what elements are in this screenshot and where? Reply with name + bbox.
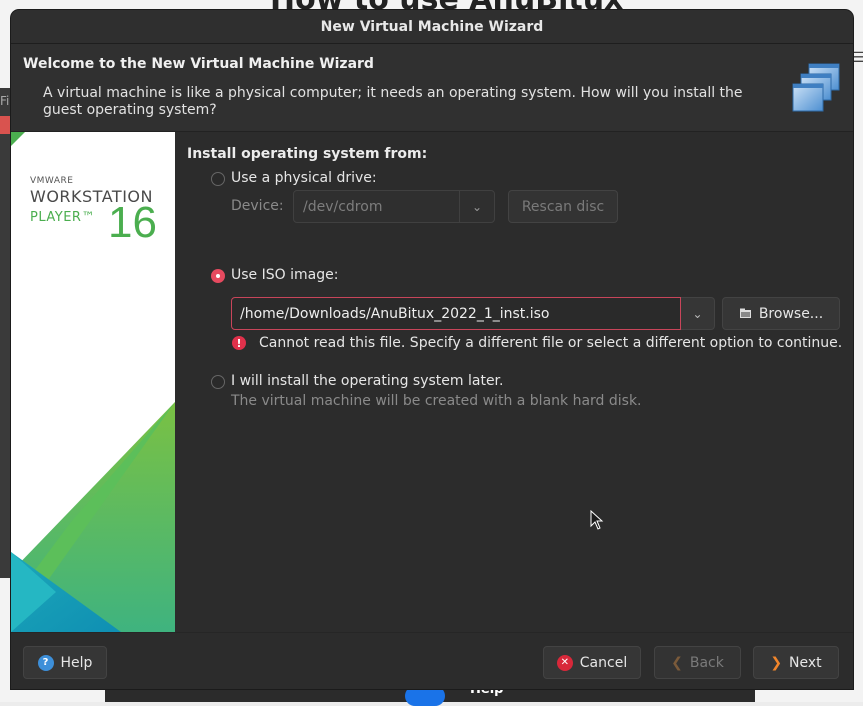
install-section-title: Install operating system from: xyxy=(187,146,428,162)
back-arrow-icon: ❮ xyxy=(671,654,683,671)
cancel-icon: ✕ xyxy=(556,654,573,671)
window-titlebar[interactable]: New Virtual Machine Wizard xyxy=(11,10,853,44)
brand-sidebar: VMWARE WORKSTATION PLAYER™ 16 xyxy=(11,132,175,632)
chevron-down-icon: ⌄ xyxy=(459,191,494,222)
physical-drive-radio[interactable] xyxy=(211,172,225,186)
error-icon: ! xyxy=(232,336,246,350)
cancel-label: Cancel xyxy=(579,654,628,671)
next-arrow-icon: ❯ xyxy=(770,654,783,671)
cancel-button[interactable]: ✕ Cancel xyxy=(543,646,641,679)
background-red-marker xyxy=(0,116,10,134)
wizard-header-description: A virtual machine is like a physical com… xyxy=(43,85,743,118)
install-later-radio[interactable] xyxy=(211,375,225,389)
window-title: New Virtual Machine Wizard xyxy=(320,18,544,35)
new-vm-wizard-dialog: New Virtual Machine Wizard Welcome to th… xyxy=(11,10,853,689)
background-help-icon xyxy=(405,686,445,706)
iso-image-label[interactable]: Use ISO image: xyxy=(231,267,338,283)
install-options-panel: Install operating system from: Use a phy… xyxy=(187,132,853,632)
brand-logo: VMWARE WORKSTATION PLAYER™ 16 xyxy=(30,176,157,247)
next-label: Next xyxy=(789,654,822,671)
stacked-windows-icon xyxy=(792,63,840,112)
folder-icon xyxy=(739,308,751,318)
wizard-footer: ? Help ✕ Cancel ❮ Back ❯ Next xyxy=(11,632,853,689)
iso-path-value: /home/Downloads/AnuBitux_2022_1_inst.iso xyxy=(240,305,550,322)
help-icon: ? xyxy=(37,654,54,671)
next-button[interactable]: ❯ Next xyxy=(753,646,839,679)
help-label: Help xyxy=(60,654,93,671)
background-menu-icon: ☰ xyxy=(852,50,863,66)
device-select[interactable]: /dev/cdrom ⌄ xyxy=(293,190,495,223)
mouse-pointer-icon xyxy=(590,510,604,530)
chevron-down-icon: ⌄ xyxy=(692,306,703,321)
rescan-disc-label: Rescan disc xyxy=(521,198,605,215)
iso-path-input[interactable]: /home/Downloads/AnuBitux_2022_1_inst.iso xyxy=(231,297,681,330)
iso-error-message: Cannot read this file. Specify a differe… xyxy=(259,335,843,351)
brand-version: 16 xyxy=(108,198,157,247)
background-bottom-bar: Help xyxy=(105,682,755,706)
install-later-description: The virtual machine will be created with… xyxy=(231,393,642,409)
brand-vendor: VMWARE xyxy=(30,176,74,186)
device-value: /dev/cdrom xyxy=(303,198,383,215)
install-later-label[interactable]: I will install the operating system late… xyxy=(231,373,503,389)
help-button[interactable]: ? Help xyxy=(23,646,107,679)
physical-drive-label[interactable]: Use a physical drive: xyxy=(231,170,377,186)
rescan-disc-button[interactable]: Rescan disc xyxy=(508,190,618,223)
back-button[interactable]: ❮ Back xyxy=(654,646,741,679)
wizard-header: Welcome to the New Virtual Machine Wizar… xyxy=(11,44,853,132)
browse-label: Browse... xyxy=(758,305,824,322)
back-label: Back xyxy=(689,654,724,671)
device-label: Device: xyxy=(231,198,284,214)
wizard-header-title: Welcome to the New Virtual Machine Wizar… xyxy=(23,56,374,72)
iso-image-radio[interactable] xyxy=(211,269,225,283)
browse-button[interactable]: Browse... xyxy=(722,297,840,330)
iso-history-dropdown[interactable]: ⌄ xyxy=(681,297,715,330)
